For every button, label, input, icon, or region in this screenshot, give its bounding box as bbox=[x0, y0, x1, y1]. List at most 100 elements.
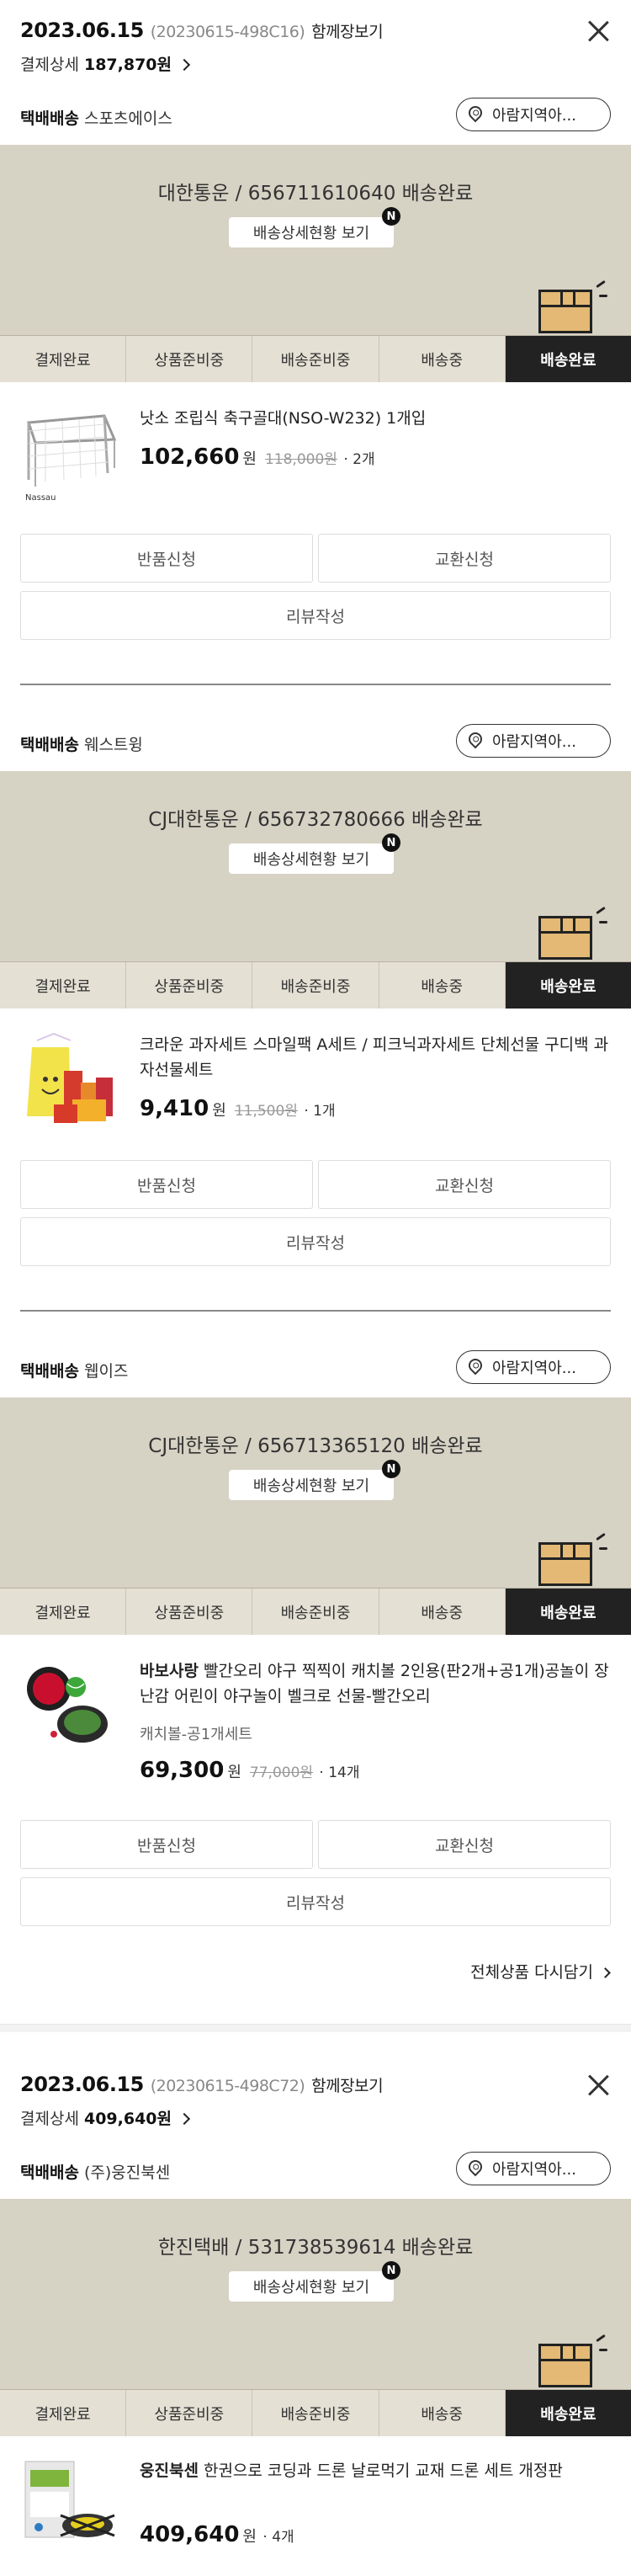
seller-name: (주)웅진북센 bbox=[83, 2164, 171, 2182]
step-preparing-product: 상품준비중 bbox=[126, 336, 253, 382]
product-item[interactable]: 바보사랑 빨간오리 야구 찍찍이 캐치볼 2인용(판2개+공1개)공놀이 장난감… bbox=[0, 1658, 631, 1802]
delivery-detail-button[interactable]: 배송상세현황 보기 N bbox=[229, 833, 400, 874]
step-preparing-product: 상품준비중 bbox=[126, 962, 253, 1009]
location-pin-icon bbox=[465, 2157, 485, 2177]
shipment-header: 택배배송 스포츠에이스 아람지역아... bbox=[0, 98, 631, 135]
step-paid: 결제완료 bbox=[0, 962, 127, 1009]
sparkle-icon bbox=[596, 279, 606, 289]
product-brand: 바보사랑 bbox=[140, 1662, 199, 1680]
return-request-button[interactable]: 반품신청 bbox=[20, 1820, 313, 1869]
delivery-steps: 결제완료 상품준비중 배송준비중 배송중 배송완료 bbox=[0, 2389, 631, 2436]
delivery-steps: 결제완료 상품준비중 배송준비중 배송중 배송완료 bbox=[0, 335, 631, 382]
quantity: · 1개 bbox=[299, 1103, 336, 1120]
sparkle-icon bbox=[599, 2349, 607, 2351]
product-brand: 웅진북센 bbox=[140, 2462, 199, 2480]
new-badge: N bbox=[382, 2261, 400, 2280]
step-preparing-product: 상품준비중 bbox=[126, 1589, 253, 1635]
divider bbox=[20, 684, 611, 685]
original-price: 77,000원 bbox=[249, 1764, 314, 1781]
product-image[interactable] bbox=[20, 1658, 119, 1758]
step-paid: 결제완료 bbox=[0, 336, 127, 382]
tracking-info: 대한통운 / 656711610640 배송완료 bbox=[157, 183, 474, 205]
product-price-line: 69,300 원 77,000원 · 14개 bbox=[140, 1758, 360, 1783]
step-delivered: 배송완료 bbox=[505, 1589, 631, 1635]
delivery-box-icon bbox=[538, 2344, 592, 2387]
exchange-request-button[interactable]: 교환신청 bbox=[318, 1820, 611, 1869]
product-item[interactable]: 크라운 과자세트 스마일팩 A세트 / 피크닉과자세트 단체선물 구디백 과자선… bbox=[0, 1032, 631, 1142]
write-review-button[interactable]: 리뷰작성 bbox=[20, 591, 611, 640]
view-together-link[interactable]: 함께장보기 bbox=[311, 2077, 383, 2095]
chevron-right-icon bbox=[178, 58, 191, 72]
write-review-button[interactable]: 리뷰작성 bbox=[20, 1877, 611, 1926]
step-in-transit: 배송중 bbox=[379, 962, 506, 1009]
delivery-detail-button[interactable]: 배송상세현황 보기 N bbox=[229, 2261, 400, 2302]
product-brand-logo: Nassau bbox=[25, 493, 56, 503]
delivery-detail-label: 배송상세현황 보기 bbox=[252, 1477, 370, 1495]
delivery-detail-button[interactable]: 배송상세현황 보기 N bbox=[229, 1460, 400, 1500]
shipment-label: 택배배송 스포츠에이스 bbox=[20, 106, 172, 129]
product-price-line: 9,410 원 11,500원 · 1개 bbox=[140, 1096, 336, 1121]
product-image[interactable]: Nassau bbox=[20, 406, 119, 505]
currency-unit: 원 bbox=[227, 1764, 241, 1781]
order-header: 2023.06.15 (20230615-498C16) 함께장보기 결제상세 … bbox=[0, 19, 631, 77]
exchange-request-button[interactable]: 교환신청 bbox=[318, 1160, 611, 1209]
product-name-line[interactable]: 바보사랑 빨간오리 야구 찍찍이 캐치볼 2인용(판2개+공1개)공놀이 장난감… bbox=[140, 1658, 611, 1709]
tracking-panel: 대한통운 / 656711610640 배송완료 배송상세현황 보기 N 결제완료… bbox=[0, 145, 631, 382]
exchange-request-button[interactable]: 교환신청 bbox=[318, 534, 611, 583]
return-request-button[interactable]: 반품신청 bbox=[20, 534, 313, 583]
ship-type: 택배배송 bbox=[20, 1362, 79, 1381]
seller-name: 스포츠에이스 bbox=[83, 109, 172, 128]
delivery-box-icon bbox=[538, 290, 592, 333]
product-name-line[interactable]: 웅진북센 한권으로 코딩과 드론 날로먹기 교재 드론 세트 개정판 bbox=[140, 2458, 611, 2483]
quantity: · 14개 bbox=[315, 1764, 360, 1781]
shipment-header: 택배배송 웨스트윙 아람지역아... bbox=[0, 724, 631, 761]
product-price: 102,660 bbox=[140, 444, 240, 470]
step-preparing-product: 상품준비중 bbox=[126, 2390, 253, 2436]
tracking-panel: CJ대한통운 / 656732780666 배송완료 배송상세현황 보기 N 결제… bbox=[0, 771, 631, 1009]
product-item[interactable]: Nassau 낫소 조립식 축구골대(NSO-W232) 1개입 102,660… bbox=[0, 406, 631, 515]
return-request-button[interactable]: 반품신청 bbox=[20, 1160, 313, 1209]
region-button-label: 아람지역아... bbox=[492, 107, 576, 125]
region-button[interactable]: 아람지역아... bbox=[456, 1350, 611, 1384]
shipment-label: 택배배송 웹이즈 bbox=[20, 1359, 128, 1381]
tracking-info: CJ대한통운 / 656732780666 배송완료 bbox=[148, 809, 483, 831]
close-icon[interactable] bbox=[587, 20, 609, 42]
region-button[interactable]: 아람지역아... bbox=[456, 2152, 611, 2185]
chevron-right-icon bbox=[600, 1967, 611, 1978]
product-name[interactable]: 크라운 과자세트 스마일팩 A세트 / 피크닉과자세트 단체선물 구디백 과자선… bbox=[140, 1032, 611, 1083]
location-pin-icon bbox=[465, 1355, 485, 1376]
delivery-detail-label: 배송상세현황 보기 bbox=[252, 851, 370, 869]
product-item[interactable]: 웅진북센 한권으로 코딩과 드론 날로먹기 교재 드론 세트 개정판 409,6… bbox=[0, 2458, 631, 2568]
view-together-link[interactable]: 함께장보기 bbox=[311, 23, 383, 41]
tracking-panel: 한진택배 / 531738539614 배송완료 배송상세현황 보기 N 결제완료… bbox=[0, 2199, 631, 2436]
payment-detail-link[interactable]: 결제상세 409,640원 bbox=[20, 2106, 191, 2129]
region-button[interactable]: 아람지역아... bbox=[456, 98, 611, 131]
new-badge: N bbox=[382, 207, 400, 226]
currency-unit: 원 bbox=[212, 1102, 226, 1120]
delivery-steps: 결제완료 상품준비중 배송준비중 배송중 배송완료 bbox=[0, 961, 631, 1009]
step-delivered: 배송완료 bbox=[505, 2390, 631, 2436]
order-number: (20230615-498C72) bbox=[150, 2077, 305, 2095]
shipment-label: 택배배송 웨스트윙 bbox=[20, 732, 143, 755]
delivery-box-icon bbox=[538, 1542, 592, 1586]
product-price-line: 102,660 원 118,000원 · 2개 bbox=[140, 444, 375, 470]
original-price: 11,500원 bbox=[234, 1103, 298, 1120]
delivery-detail-button[interactable]: 배송상세현황 보기 N bbox=[229, 207, 400, 247]
region-button[interactable]: 아람지역아... bbox=[456, 724, 611, 758]
product-image[interactable] bbox=[20, 1032, 119, 1131]
reorder-all-link[interactable]: 전체상품 다시담기 bbox=[470, 1960, 611, 1983]
payment-amount: 409,640원 bbox=[83, 2110, 172, 2128]
payment-detail-link[interactable]: 결제상세 187,870원 bbox=[20, 52, 191, 75]
order-date-line: 2023.06.15 (20230615-498C72) 함께장보기 bbox=[20, 2073, 384, 2096]
product-image[interactable] bbox=[20, 2458, 119, 2557]
step-paid: 결제완료 bbox=[0, 1589, 127, 1635]
delivery-steps: 결제완료 상품준비중 배송준비중 배송중 배송완료 bbox=[0, 1588, 631, 1635]
write-review-button[interactable]: 리뷰작성 bbox=[20, 1217, 611, 1266]
close-icon[interactable] bbox=[587, 2074, 609, 2096]
delivery-detail-label: 배송상세현황 보기 bbox=[252, 2279, 370, 2297]
location-pin-icon bbox=[465, 729, 485, 749]
chevron-right-icon bbox=[178, 2112, 191, 2126]
product-name[interactable]: 낫소 조립식 축구골대(NSO-W232) 1개입 bbox=[140, 406, 611, 431]
region-button-label: 아람지역아... bbox=[492, 733, 576, 751]
product-price: 409,640 bbox=[140, 2522, 240, 2547]
